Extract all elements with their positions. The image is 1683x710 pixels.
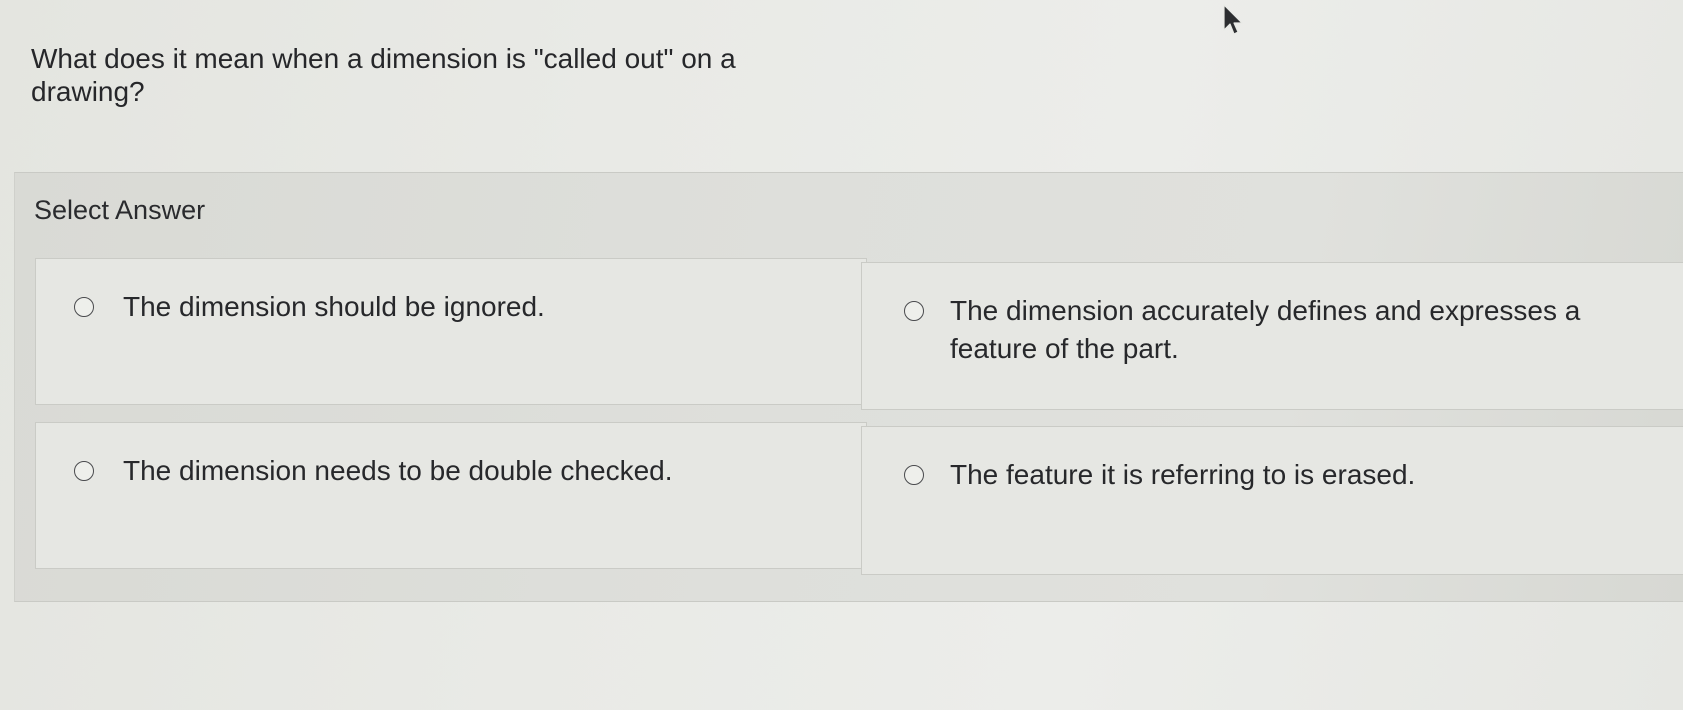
radio-unchecked-icon[interactable] — [904, 465, 924, 485]
radio-unchecked-icon[interactable] — [904, 301, 924, 321]
mouse-pointer-icon — [1223, 4, 1243, 35]
answer-option-2[interactable]: The dimension accurately defines and exp… — [861, 262, 1683, 410]
question-text: What does it mean when a dimension is "c… — [31, 43, 736, 107]
answer-option-3[interactable]: The dimension needs to be double checked… — [35, 422, 867, 569]
answer-option-text: The dimension accurately defines and exp… — [950, 295, 1581, 364]
answer-option-1[interactable]: The dimension should be ignored. — [35, 258, 867, 405]
radio-unchecked-icon[interactable] — [74, 461, 94, 481]
answer-option-text: The feature it is referring to is erased… — [950, 459, 1416, 490]
answer-option-text: The dimension should be ignored. — [123, 291, 545, 322]
radio-unchecked-icon[interactable] — [74, 297, 94, 317]
select-answer-label: Select Answer — [34, 195, 206, 225]
answer-option-4[interactable]: The feature it is referring to is erased… — [861, 426, 1683, 575]
answer-panel: Select Answer The dimension should be ig… — [14, 172, 1683, 602]
answer-option-text: The dimension needs to be double checked… — [123, 455, 673, 486]
